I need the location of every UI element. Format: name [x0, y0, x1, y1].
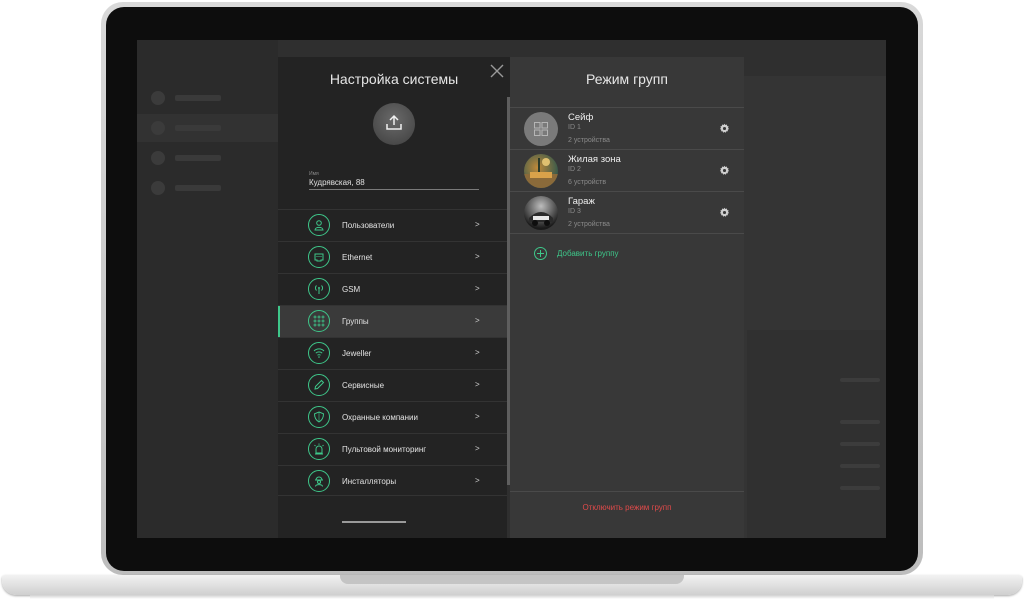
group-id: ID 3: [568, 208, 581, 215]
groups-dots-icon: [308, 310, 330, 332]
chevron-right-icon: >: [475, 380, 480, 389]
menu-item-gsm[interactable]: GSM >: [278, 273, 507, 305]
menu-item-groups[interactable]: Группы >: [278, 305, 507, 337]
menu-item-label: Jeweller: [342, 349, 372, 358]
active-indicator: [278, 306, 280, 337]
groups-divider: [510, 233, 744, 234]
groups-title: Режим групп: [586, 71, 668, 87]
home-indicator: [342, 521, 406, 523]
menu-item-monitoring[interactable]: Пультовой мониторинг >: [278, 433, 507, 465]
pencil-icon: [308, 374, 330, 396]
group-id: ID 2: [568, 166, 581, 173]
menu-item-installers[interactable]: Инсталляторы >: [278, 465, 507, 497]
menu-item-label: Охранные компании: [342, 413, 418, 422]
menu-item-label: Пультовой мониторинг: [342, 445, 427, 454]
group-device-count: 2 устройства: [568, 221, 610, 228]
background-sidebar-item: [137, 174, 278, 202]
settings-title: Настройка системы: [329, 71, 459, 87]
menu-item-label: Инсталляторы: [342, 477, 397, 486]
avatar-upload-button[interactable]: [373, 103, 415, 145]
group-row-living-area[interactable]: Жилая зона ID 2 6 устройств: [510, 149, 744, 192]
chevron-right-icon: >: [475, 316, 480, 325]
disable-group-mode-button[interactable]: Отключить режим групп: [510, 503, 744, 512]
shield-icon: [308, 406, 330, 428]
gear-icon[interactable]: [719, 207, 730, 218]
name-field-label: Имя: [309, 171, 319, 177]
menu-item-service[interactable]: Сервисные >: [278, 369, 507, 401]
plus-circle-icon: [534, 247, 547, 260]
menu-item-label: Пользователи: [342, 221, 395, 230]
add-group-label: Добавить группу: [557, 249, 619, 258]
group-name: Сейф: [568, 112, 594, 123]
group-photo: [524, 154, 558, 188]
chevron-right-icon: >: [475, 348, 480, 357]
laptop-shadow: [30, 595, 994, 599]
gear-icon[interactable]: [719, 165, 730, 176]
menu-divider: [278, 495, 507, 496]
menu-item-security-companies[interactable]: Охранные компании >: [278, 401, 507, 433]
group-photo-placeholder: [524, 112, 558, 146]
ethernet-icon: [308, 246, 330, 268]
upload-icon: [386, 114, 402, 130]
menu-item-jeweller[interactable]: Jeweller >: [278, 337, 507, 369]
groups-footer: Отключить режим групп: [510, 491, 744, 538]
chevron-right-icon: >: [475, 252, 480, 261]
background-sidebar-item: [137, 114, 278, 142]
laptop-base-notch: [340, 575, 684, 584]
screen: Настройка системы Имя Пользователи >: [137, 40, 886, 538]
group-row-garage[interactable]: Гараж ID 3 2 устройства: [510, 191, 744, 234]
group-name: Жилая зона: [568, 154, 621, 165]
group-name: Гараж: [568, 196, 595, 207]
installer-icon: [308, 470, 330, 492]
grid-icon: [534, 122, 548, 136]
chevron-right-icon: >: [475, 412, 480, 421]
group-device-count: 2 устройства: [568, 137, 610, 144]
system-settings-panel: Настройка системы Имя Пользователи >: [278, 57, 510, 538]
menu-item-label: Сервисные: [342, 381, 385, 390]
group-row-safe[interactable]: Сейф ID 1 2 устройства: [510, 107, 744, 150]
menu-item-label: GSM: [342, 285, 361, 294]
group-id: ID 1: [568, 124, 581, 131]
close-icon[interactable]: [488, 63, 506, 81]
hub-name-field[interactable]: [309, 178, 479, 190]
background-sidebar-item: [137, 144, 278, 172]
gear-icon[interactable]: [719, 123, 730, 134]
group-mode-panel: Режим групп Сейф ID 1 2 устройства Жилая…: [510, 57, 744, 538]
background-sidebar-item: [137, 84, 278, 112]
menu-item-users[interactable]: Пользователи >: [278, 209, 507, 241]
menu-item-label: Ethernet: [342, 253, 373, 262]
user-icon: [308, 214, 330, 236]
chevron-right-icon: >: [475, 476, 480, 485]
chevron-right-icon: >: [475, 444, 480, 453]
background-content: [747, 330, 886, 538]
antenna-icon: [308, 278, 330, 300]
group-photo: [524, 196, 558, 230]
menu-item-ethernet[interactable]: Ethernet >: [278, 241, 507, 273]
background-sidebar: [137, 40, 278, 538]
wifi-icon: [308, 342, 330, 364]
chevron-right-icon: >: [475, 220, 480, 229]
menu-item-label: Группы: [342, 317, 369, 326]
group-device-count: 6 устройств: [568, 179, 607, 186]
chevron-right-icon: >: [475, 284, 480, 293]
siren-icon: [308, 438, 330, 460]
